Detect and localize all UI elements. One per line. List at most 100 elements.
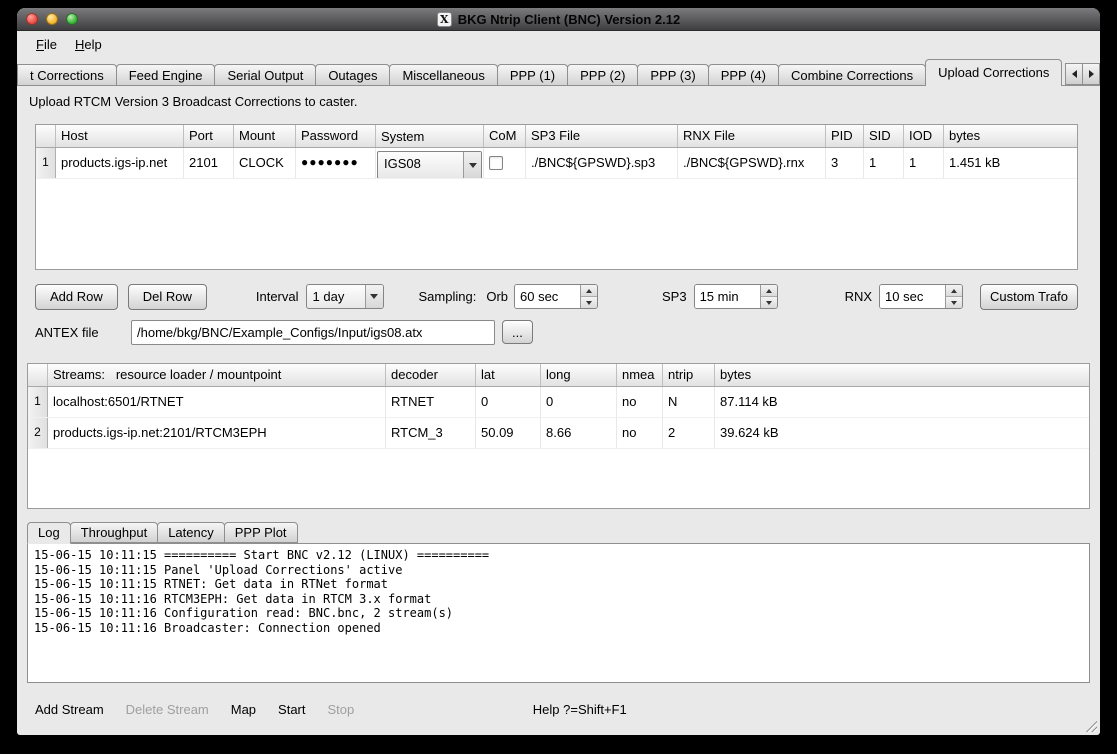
- cell-port[interactable]: 2101: [184, 148, 234, 178]
- cell-sid[interactable]: 1: [864, 148, 904, 178]
- spin-up-button[interactable]: [761, 285, 777, 297]
- cell-mountpoint: products.igs-ip.net:2101/RTCM3EPH: [48, 418, 386, 448]
- row-header: 2: [28, 418, 48, 448]
- system-combobox-value: IGS08: [378, 152, 463, 178]
- row-header: 1: [28, 387, 48, 417]
- col-header-password: Password: [296, 125, 376, 147]
- tab-upload-corrections[interactable]: Upload Corrections: [925, 59, 1062, 86]
- upload-corrections-table: Host Port Mount Password System CoM SP3 …: [35, 124, 1078, 270]
- cell-rnx-file[interactable]: ./BNC${GPSWD}.rnx: [678, 148, 826, 178]
- spin-buttons: [760, 285, 777, 308]
- cell-com: [484, 148, 526, 178]
- antex-file-label: ANTEX file: [35, 325, 131, 340]
- tab-scroll-right-button[interactable]: [1082, 63, 1100, 85]
- upload-controls: Add Row Del Row Interval 1 day Sampling:…: [35, 283, 1078, 310]
- orb-sampling-spinbox[interactable]: 60 sec: [514, 284, 598, 309]
- start-button[interactable]: Start: [278, 702, 305, 717]
- tab-ppp-2[interactable]: PPP (2): [567, 64, 638, 86]
- rnx-label: RNX: [845, 289, 872, 304]
- close-window-button[interactable]: [26, 13, 38, 25]
- chevron-down-icon: [463, 152, 481, 178]
- tab-log[interactable]: Log: [27, 522, 71, 544]
- tab-serial-output[interactable]: Serial Output: [214, 64, 316, 86]
- tab-throughput[interactable]: Throughput: [70, 522, 159, 543]
- col-header-pid: PID: [826, 125, 864, 147]
- app-window: X BKG Ntrip Client (BNC) Version 2.12 Fi…: [17, 8, 1100, 735]
- chevron-left-icon: [1072, 70, 1077, 78]
- tab-scroll-left-button[interactable]: [1065, 63, 1083, 85]
- spin-up-button[interactable]: [946, 285, 962, 297]
- cell-pid[interactable]: 3: [826, 148, 864, 178]
- tab-feed-engine[interactable]: Feed Engine: [116, 64, 216, 86]
- col-header-system: System: [376, 125, 484, 147]
- spin-down-button[interactable]: [761, 297, 777, 308]
- zoom-window-button[interactable]: [66, 13, 78, 25]
- x11-app-icon: X: [437, 12, 452, 27]
- col-header-ntrip: ntrip: [663, 364, 715, 386]
- log-line: 15-06-15 10:11:15 RTNET: Get data in RTN…: [34, 577, 1083, 592]
- cell-password[interactable]: ●●●●●●●: [296, 148, 376, 178]
- col-header-mountpoint: Streams: resource loader / mountpoint: [48, 364, 386, 386]
- menu-file[interactable]: File: [27, 34, 66, 55]
- add-stream-button[interactable]: Add Stream: [35, 702, 104, 717]
- spin-up-button[interactable]: [581, 285, 597, 297]
- menu-help[interactable]: Help: [66, 34, 111, 55]
- cell-decoder: RTCM_3: [386, 418, 476, 448]
- tab-outages[interactable]: Outages: [315, 64, 390, 86]
- cell-sp3-file[interactable]: ./BNC${GPSWD}.sp3: [526, 148, 678, 178]
- tab-ppp-4[interactable]: PPP (4): [708, 64, 779, 86]
- help-shortcut-label: Help ?=Shift+F1: [533, 702, 627, 717]
- row-header: 1: [36, 148, 56, 178]
- system-combobox[interactable]: IGS08: [377, 151, 482, 178]
- cell-system: IGS08: [376, 148, 484, 178]
- rnx-sampling-spinbox[interactable]: 10 sec: [879, 284, 963, 309]
- custom-trafo-button[interactable]: Custom Trafo: [980, 284, 1078, 310]
- cell-mount[interactable]: CLOCK: [234, 148, 296, 178]
- rnx-sampling-value: 10 sec: [880, 285, 945, 308]
- col-header-decoder: decoder: [386, 364, 476, 386]
- panel-description: Upload RTCM Version 3 Broadcast Correcti…: [29, 94, 1090, 110]
- minimize-window-button[interactable]: [46, 13, 58, 25]
- cell-iod[interactable]: 1: [904, 148, 944, 178]
- com-checkbox[interactable]: [489, 156, 503, 170]
- cell-host[interactable]: products.igs-ip.net: [56, 148, 184, 178]
- add-row-button[interactable]: Add Row: [35, 284, 118, 310]
- tab-ppp-1[interactable]: PPP (1): [497, 64, 568, 86]
- spin-down-button[interactable]: [581, 297, 597, 308]
- stream-row[interactable]: 2 products.igs-ip.net:2101/RTCM3EPH RTCM…: [28, 418, 1089, 449]
- tab-latency[interactable]: Latency: [157, 522, 225, 543]
- sp3-label: SP3: [662, 289, 687, 304]
- interval-combobox[interactable]: 1 day: [306, 284, 384, 309]
- delete-stream-button[interactable]: Delete Stream: [126, 702, 209, 717]
- stream-row[interactable]: 1 localhost:6501/RTNET RTNET 0 0 no N 87…: [28, 387, 1089, 418]
- titlebar[interactable]: X BKG Ntrip Client (BNC) Version 2.12: [17, 8, 1100, 31]
- interval-combobox-value: 1 day: [307, 285, 365, 308]
- col-header-iod: IOD: [904, 125, 944, 147]
- spin-buttons: [580, 285, 597, 308]
- col-header-nmea: nmea: [617, 364, 663, 386]
- upload-table-row: 1 products.igs-ip.net 2101 CLOCK ●●●●●●●…: [36, 148, 1077, 179]
- tab-miscellaneous[interactable]: Miscellaneous: [389, 64, 497, 86]
- tab-ppp-plot[interactable]: PPP Plot: [224, 522, 298, 543]
- interval-label: Interval: [256, 289, 299, 304]
- browse-button[interactable]: ...: [502, 320, 533, 344]
- bottombar: Add Stream Delete Stream Map Start Stop …: [27, 683, 1090, 735]
- antex-file-input[interactable]: [131, 320, 495, 345]
- stop-button[interactable]: Stop: [328, 702, 355, 717]
- cell-decoder: RTNET: [386, 387, 476, 417]
- tab-combine-corrections[interactable]: Combine Corrections: [778, 64, 926, 86]
- del-row-button[interactable]: Del Row: [128, 284, 207, 310]
- tab-ppp-3[interactable]: PPP (3): [637, 64, 708, 86]
- table-empty-area: [36, 179, 1077, 269]
- log-line: 15-06-15 10:11:16 RTCM3EPH: Get data in …: [34, 592, 1083, 607]
- log-output[interactable]: 15-06-15 10:11:15 ========== Start BNC v…: [27, 543, 1090, 683]
- menubar: File Help: [17, 31, 1100, 57]
- tab-broadcast-corrections[interactable]: t Corrections: [17, 64, 117, 86]
- log-line: 15-06-15 10:11:15 ========== Start BNC v…: [34, 548, 1083, 563]
- cell-bytes: 1.451 kB: [944, 148, 1077, 178]
- cell-nmea: no: [617, 387, 663, 417]
- sp3-sampling-spinbox[interactable]: 15 min: [694, 284, 778, 309]
- map-button[interactable]: Map: [231, 702, 256, 717]
- spin-down-button[interactable]: [946, 297, 962, 308]
- window-controls: [26, 13, 78, 25]
